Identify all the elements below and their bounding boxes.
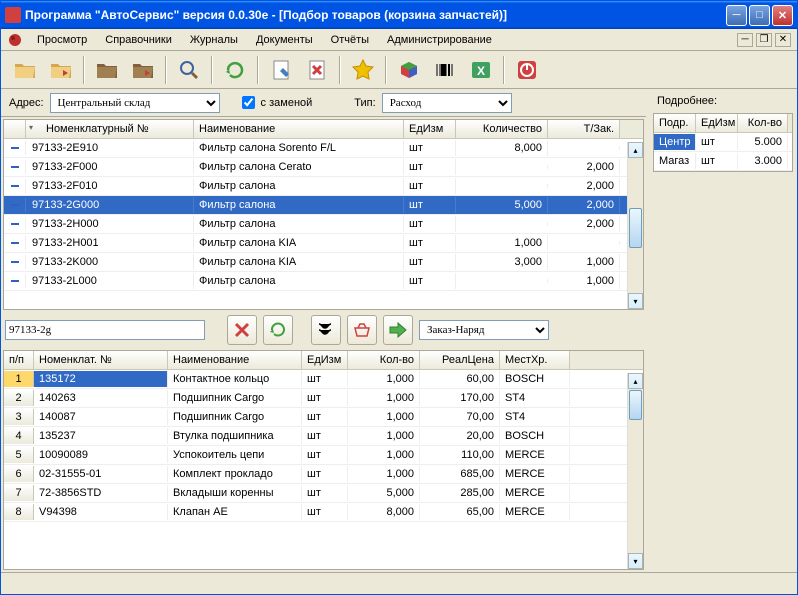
action-bar: Заказ-Наряд — [1, 312, 646, 348]
zebra-icon[interactable] — [311, 315, 341, 345]
table-row[interactable]: 510090089Успокоитель цепишт1,000110,00ME… — [4, 446, 643, 465]
minimize-button[interactable]: ─ — [726, 5, 747, 26]
folder-dark-next-icon[interactable] — [127, 54, 159, 86]
menu-Администрирование[interactable]: Администрирование — [379, 32, 500, 48]
col-price[interactable]: РеалЦена — [420, 351, 500, 369]
table-row[interactable]: 4135237Втулка подшипникашт1,00020,00BOSC… — [4, 427, 643, 446]
col-dept[interactable]: Подр. — [654, 114, 696, 132]
col-name[interactable]: Наименование — [194, 120, 404, 138]
menu-bar: ПросмотрСправочникиЖурналыДокументыОтчёт… — [1, 29, 797, 51]
status-bar — [1, 572, 797, 594]
col-name2[interactable]: Наименование — [168, 351, 302, 369]
menu-Справочники[interactable]: Справочники — [97, 32, 180, 48]
with-replace-checkbox[interactable] — [242, 96, 255, 109]
col-rownum[interactable]: п/п — [4, 351, 34, 369]
table-row[interactable]: 3140087Подшипник Cargoшт1,00070,00ST4 — [4, 408, 643, 427]
table-row[interactable]: 97133-2H001Фильтр салона KIAшт1,000 — [4, 234, 643, 253]
folder-open-icon[interactable] — [9, 54, 41, 86]
table-row[interactable]: 97133-2E910Фильтр салона Sorento F/Lшт8,… — [4, 139, 643, 158]
window-title: Программа "АвтоСервис" версия 0.0.30e - … — [25, 8, 726, 22]
folder-next-icon[interactable] — [45, 54, 77, 86]
app-icon — [5, 7, 21, 23]
power-icon[interactable] — [511, 54, 543, 86]
menu-Отчёты[interactable]: Отчёты — [323, 32, 377, 48]
basket-icon[interactable] — [347, 315, 377, 345]
mdi-minimize-button[interactable]: ─ — [737, 33, 753, 47]
delete-icon[interactable] — [301, 54, 333, 86]
mdi-restore-button[interactable]: ❐ — [756, 33, 772, 47]
table-row[interactable]: 602-31555-01Комплект прокладошт1,000685,… — [4, 465, 643, 484]
type-label: Тип: — [354, 97, 375, 109]
app-window: Программа "АвтоСервис" версия 0.0.30e - … — [0, 0, 798, 595]
col-partnum2[interactable]: Номенклат. № — [34, 351, 168, 369]
address-label: Адрес: — [9, 97, 44, 109]
titlebar[interactable]: Программа "АвтоСервис" версия 0.0.30e - … — [1, 1, 797, 29]
scrollbar[interactable]: ▴ ▾ — [627, 142, 643, 309]
mdi-icon — [7, 32, 23, 48]
table-row[interactable]: Центршт5.000 — [654, 133, 792, 152]
search-icon[interactable] — [173, 54, 205, 86]
table-row[interactable]: 772-3856STDВкладыши кореннышт5,000285,00… — [4, 484, 643, 503]
table-row[interactable]: 97133-2F000Фильтр салона Ceratoшт2,000 — [4, 158, 643, 177]
refresh-icon[interactable] — [219, 54, 251, 86]
col-order[interactable]: Т/Зак. — [548, 120, 620, 138]
col-qty[interactable]: Количество — [456, 120, 548, 138]
menu-Журналы[interactable]: Журналы — [182, 32, 246, 48]
details-panel: Подробнее: Подр. ЕдИзм Кол-во Центршт5.0… — [649, 89, 797, 572]
type-select[interactable]: Расход — [382, 93, 512, 113]
col-sqty[interactable]: Кол-во — [738, 114, 788, 132]
details-title: Подробнее: — [653, 93, 793, 109]
with-replace-label: с заменой — [261, 97, 313, 109]
mdi-close-button[interactable]: ✕ — [775, 33, 791, 47]
document-edit-icon[interactable] — [265, 54, 297, 86]
table-row[interactable]: Магазшт3.000 — [654, 152, 792, 171]
star-icon[interactable] — [347, 54, 379, 86]
menu-Документы[interactable]: Документы — [248, 32, 321, 48]
folder-dark-icon[interactable] — [91, 54, 123, 86]
barcode-icon[interactable] — [429, 54, 461, 86]
col-marker[interactable] — [4, 120, 26, 138]
close-button[interactable]: ✕ — [772, 5, 793, 26]
table-row[interactable]: 97133-2H000Фильтр салонашт2,000 — [4, 215, 643, 234]
forward-icon[interactable] — [383, 315, 413, 345]
filter-bar: Адрес: Центральный склад с заменой Тип: … — [1, 89, 646, 117]
col-qty2[interactable]: Кол-во — [348, 351, 420, 369]
table-row[interactable]: 97133-2G000Фильтр салонашт5,0002,000 — [4, 196, 643, 215]
order-type-select[interactable]: Заказ-Наряд — [419, 320, 549, 340]
cart-grid[interactable]: п/п Номенклат. № Наименование ЕдИзм Кол-… — [3, 350, 644, 570]
catalog-grid[interactable]: Номенклатурный № Наименование ЕдИзм Коли… — [3, 119, 644, 310]
menu-Просмотр[interactable]: Просмотр — [29, 32, 95, 48]
excel-icon[interactable]: X — [465, 54, 497, 86]
scrollbar-bottom[interactable]: ▴ ▾ — [627, 373, 643, 569]
table-row[interactable]: 1135172Контактное кольцошт1,00060,00BOSC… — [4, 370, 643, 389]
refresh-action-icon[interactable] — [263, 315, 293, 345]
details-grid[interactable]: Подр. ЕдИзм Кол-во Центршт5.000Магазшт3.… — [653, 113, 793, 172]
search-input[interactable] — [5, 320, 205, 340]
maximize-button[interactable]: □ — [749, 5, 770, 26]
remove-icon[interactable] — [227, 315, 257, 345]
col-sunit[interactable]: ЕдИзм — [696, 114, 738, 132]
table-row[interactable]: 2140263Подшипник Cargoшт1,000170,00ST4 — [4, 389, 643, 408]
col-unit[interactable]: ЕдИзм — [404, 120, 456, 138]
address-select[interactable]: Центральный склад — [50, 93, 220, 113]
table-row[interactable]: 97133-2L000Фильтр салонашт1,000 — [4, 272, 643, 291]
col-unit2[interactable]: ЕдИзм — [302, 351, 348, 369]
table-row[interactable]: 97133-2F010Фильтр салонашт2,000 — [4, 177, 643, 196]
table-row[interactable]: 8V94398Клапан AEшт8,00065,00MERCE — [4, 503, 643, 522]
table-row[interactable]: 97133-2K000Фильтр салона KIAшт3,0001,000 — [4, 253, 643, 272]
svg-text:X: X — [477, 64, 485, 78]
col-part-number[interactable]: Номенклатурный № — [26, 120, 194, 138]
col-loc[interactable]: МестХр. — [500, 351, 570, 369]
toolbar: X — [1, 51, 797, 89]
cube-icon[interactable] — [393, 54, 425, 86]
